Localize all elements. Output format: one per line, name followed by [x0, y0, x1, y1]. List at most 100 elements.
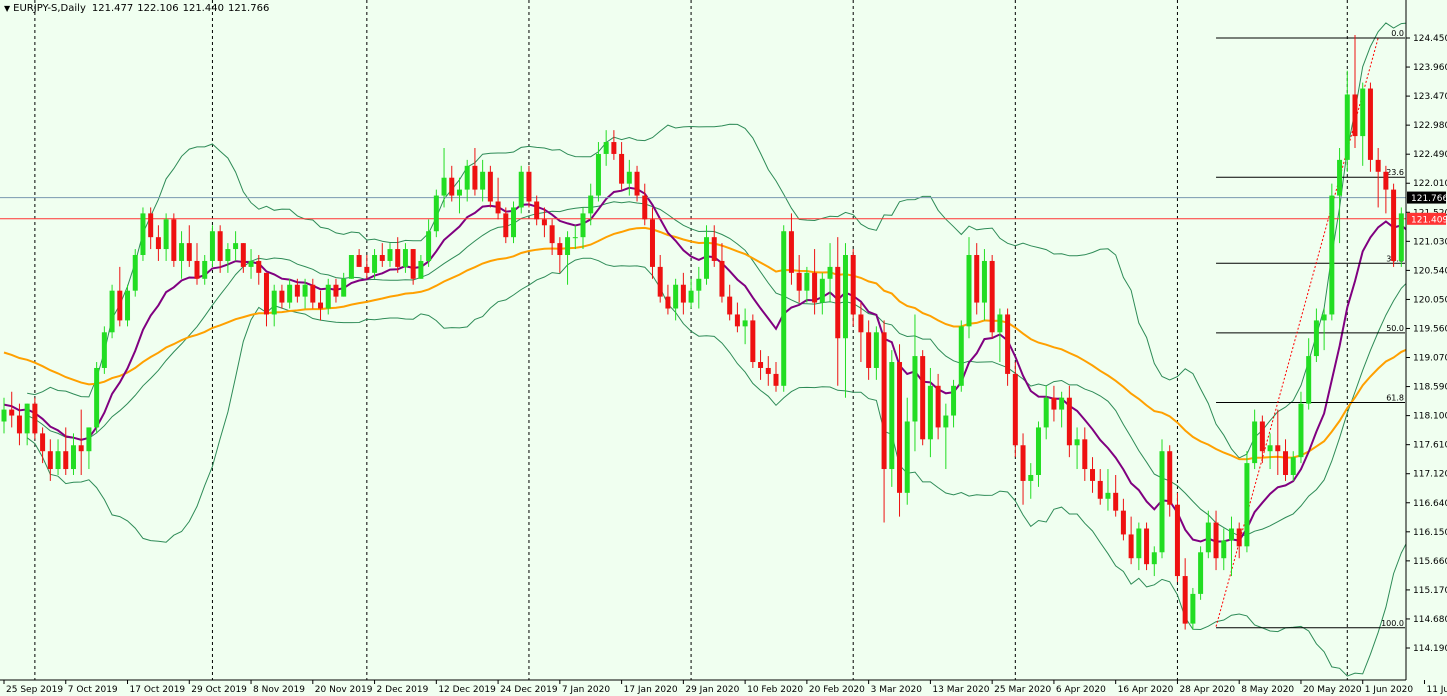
candle-body: [634, 171, 640, 196]
candle-body: [9, 409, 15, 416]
candle-body: [325, 284, 331, 309]
candle-body: [1329, 195, 1335, 315]
candle-body: [696, 278, 702, 291]
candle-body: [364, 266, 370, 273]
candle-body: [125, 290, 131, 321]
candle-body: [897, 362, 903, 493]
candle-body: [1090, 469, 1096, 481]
candle-body: [1267, 445, 1273, 452]
price-tick-label: 123.470: [1413, 92, 1447, 102]
candle-body: [233, 243, 239, 250]
candle-body: [225, 249, 231, 261]
low-value: 121.440: [182, 3, 224, 14]
candle-body: [1159, 451, 1165, 553]
candle-body: [1236, 528, 1242, 547]
time-tick-label: 2 Dec 2019: [377, 685, 429, 695]
dropdown-triangle-icon[interactable]: ▼: [4, 4, 10, 13]
candle-body: [1136, 528, 1142, 559]
candle-body: [935, 385, 941, 428]
candle-body: [402, 249, 408, 267]
candle-body: [1105, 492, 1111, 499]
price-tick-label: 114.190: [1413, 644, 1447, 654]
candle-body: [842, 255, 848, 339]
candle-body: [263, 272, 269, 315]
price-tick-label: 118.100: [1413, 412, 1447, 422]
last-price-tag: 121.409: [1411, 215, 1447, 225]
candle-body: [32, 403, 38, 434]
candle-body: [1360, 88, 1366, 137]
price-tick-label: 116.640: [1413, 499, 1447, 509]
candle-body: [410, 249, 416, 279]
time-tick-label: 20 Feb 2020: [809, 685, 865, 695]
candle-body: [727, 296, 733, 315]
candle-body: [1383, 171, 1389, 190]
fibonacci-level-label: 50.0: [1386, 324, 1404, 333]
candle-body: [943, 415, 949, 428]
time-tick-label: 16 Apr 2020: [1118, 685, 1174, 695]
candle-body: [704, 237, 710, 279]
candle-body: [318, 302, 324, 309]
candle-body: [1020, 445, 1026, 481]
candle-body: [1097, 480, 1103, 499]
candle-body: [487, 171, 493, 202]
fibonacci-level-label: 0.0: [1391, 29, 1404, 38]
candle-body: [649, 219, 655, 267]
time-tick-label: 1 Jun 2020: [1365, 685, 1414, 695]
candle-body: [974, 255, 980, 303]
candle-body: [426, 231, 432, 261]
candle-body: [302, 284, 308, 297]
candle-body: [580, 213, 586, 238]
candle-body: [356, 255, 362, 267]
candle-body: [989, 260, 995, 333]
candle-body: [101, 332, 107, 368]
candle-body: [1012, 373, 1018, 446]
candle-body: [294, 284, 300, 297]
time-tick-label: 10 Feb 2020: [747, 685, 803, 695]
candle-body: [603, 142, 609, 154]
candle-body: [163, 219, 169, 250]
price-tick-label: 116.150: [1413, 528, 1447, 538]
time-tick-label: 24 Dec 2019: [500, 685, 558, 695]
candle-body: [588, 195, 594, 214]
candle-body: [1375, 159, 1381, 172]
price-tick-label: 119.560: [1413, 324, 1447, 334]
candle-body: [279, 290, 285, 303]
candle-body: [240, 243, 246, 267]
candle-body: [140, 213, 146, 256]
chart-header: ▼ EURJPY-S,Daily 121.477 122.106 121.440 121.…: [4, 3, 273, 14]
time-tick-label: 17 Oct 2019: [130, 685, 186, 695]
candle-body: [511, 207, 517, 238]
candle-body: [866, 332, 872, 368]
candle-body: [565, 237, 571, 256]
candle-body: [781, 231, 787, 386]
candle-body: [16, 415, 22, 434]
candle-body: [1198, 552, 1204, 594]
chart-window: 0.023.638.250.061.8100.0124.450123.96012…: [0, 0, 1447, 696]
price-tick-label: 120.050: [1413, 295, 1447, 305]
candle-body: [248, 260, 254, 267]
candle-body: [1120, 510, 1126, 535]
candle-body: [889, 362, 895, 470]
price-tick-label: 122.010: [1413, 179, 1447, 189]
candle-body: [387, 249, 393, 261]
candle-body: [572, 237, 578, 239]
candle-body: [480, 171, 486, 190]
candle-body: [472, 165, 478, 190]
candle-body: [1066, 397, 1072, 446]
price-tick-label: 121.030: [1413, 237, 1447, 247]
time-tick-label: 29 Oct 2019: [191, 685, 247, 695]
candle-body: [132, 255, 138, 291]
time-tick-label: 25 Mar 2020: [994, 685, 1051, 695]
price-tick-label: 115.170: [1413, 586, 1447, 596]
candle-body: [765, 367, 771, 374]
candle-body: [619, 153, 625, 184]
candle-body: [719, 260, 725, 297]
candle-body: [1352, 94, 1358, 137]
time-tick-label: 3 Mar 2020: [871, 685, 923, 695]
candle-body: [665, 296, 671, 309]
price-tick-label: 118.590: [1413, 383, 1447, 393]
candle-body: [94, 367, 100, 428]
candle-body: [1259, 421, 1265, 452]
candle-body: [1337, 159, 1343, 196]
candle-body: [912, 356, 918, 422]
